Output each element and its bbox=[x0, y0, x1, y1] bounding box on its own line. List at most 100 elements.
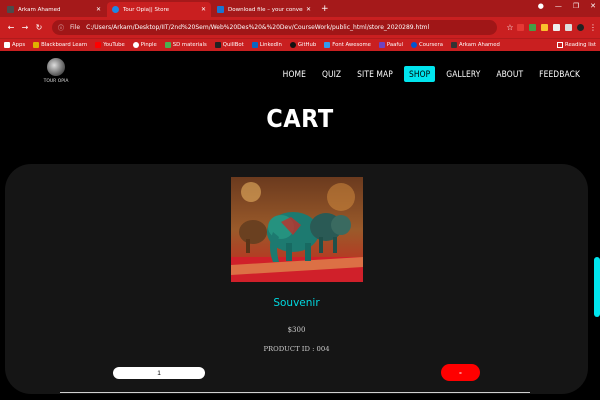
file-info-icon[interactable]: ⓘ bbox=[58, 23, 64, 32]
cart-item-card: Souvenir $300 PRODUCT ID : 004 - bbox=[5, 164, 588, 394]
browser-tab-strip: Arkam Ahamed ✕ Tour Opia|| Store ✕ Downl… bbox=[0, 0, 600, 17]
pinple-icon bbox=[132, 42, 139, 48]
remove-item-button[interactable]: - bbox=[441, 364, 480, 381]
elephant-souvenir-image bbox=[231, 177, 363, 282]
address-bar-row: ← → ↻ ⓘ File C:/Users/Arkam/Desktop/IIT/… bbox=[0, 17, 600, 38]
bookmark-label: YouTube bbox=[103, 42, 125, 48]
browser-tab[interactable]: Arkam Ahamed ✕ bbox=[2, 2, 106, 17]
profile-icon bbox=[450, 42, 457, 48]
quillbot-icon bbox=[214, 42, 221, 48]
tab-title: Arkam Ahamed bbox=[18, 6, 61, 13]
bookmark-item[interactable]: SD materials bbox=[164, 42, 207, 48]
nav-site-map[interactable]: SITE MAP bbox=[352, 66, 398, 82]
reading-list-button[interactable]: Reading list bbox=[557, 42, 596, 48]
address-scheme-label: File bbox=[70, 24, 81, 31]
browser-tab[interactable]: Download file – your conversion ✕ bbox=[212, 2, 316, 17]
divider bbox=[60, 392, 530, 393]
profile-dot-icon[interactable]: ● bbox=[538, 2, 544, 10]
extensions: ⋮ bbox=[517, 24, 597, 32]
apps-grid-icon bbox=[4, 42, 10, 48]
extension-icon[interactable] bbox=[541, 24, 548, 31]
profile-avatar[interactable] bbox=[577, 24, 584, 31]
linkedin-icon bbox=[251, 42, 258, 48]
bookmark-item[interactable]: LinkedIn bbox=[251, 42, 282, 48]
bookmark-label: Font Awesome bbox=[332, 42, 371, 48]
bookmark-label: Coursera bbox=[419, 42, 443, 48]
bookmark-item[interactable]: Apps bbox=[4, 42, 25, 48]
product-id: PRODUCT ID : 004 bbox=[263, 345, 330, 353]
bookmark-label: Arkam Ahamed bbox=[458, 42, 500, 48]
bookmark-label: Blackboard Learn bbox=[41, 42, 88, 48]
bookmark-item[interactable]: Blackboard Learn bbox=[33, 42, 87, 48]
tab-favicon-icon bbox=[112, 6, 119, 13]
quantity-input[interactable] bbox=[113, 367, 205, 379]
logo-text: TOUR OPIA bbox=[43, 79, 69, 84]
bookmark-item[interactable]: Coursera bbox=[411, 42, 443, 48]
page-title: CART bbox=[266, 104, 334, 133]
extension-icon[interactable] bbox=[553, 24, 560, 31]
maximize-icon[interactable]: ❐ bbox=[573, 2, 579, 10]
nav-home[interactable]: HOME bbox=[278, 66, 311, 82]
github-icon bbox=[289, 42, 296, 48]
address-bar[interactable]: ⓘ File C:/Users/Arkam/Desktop/IIT/2nd%20… bbox=[52, 20, 497, 35]
menu-kebab-icon[interactable]: ⋮ bbox=[589, 24, 597, 32]
blackboard-icon bbox=[33, 42, 40, 48]
bookmark-item[interactable]: Paaful bbox=[378, 42, 404, 48]
main-menu: HOME QUIZ SITE MAP SHOP GALLERY ABOUT FE… bbox=[272, 66, 585, 82]
forward-icon[interactable]: → bbox=[18, 23, 32, 32]
nav-shop[interactable]: SHOP bbox=[403, 66, 436, 82]
product-price: $300 bbox=[287, 326, 306, 334]
reload-icon[interactable]: ↻ bbox=[32, 23, 46, 32]
bookmark-label: Pinple bbox=[140, 42, 157, 48]
reading-list-icon bbox=[557, 42, 564, 48]
paaful-icon bbox=[378, 42, 385, 48]
reading-list-label: Reading list bbox=[565, 42, 596, 48]
bookmark-item[interactable]: YouTube bbox=[95, 42, 125, 48]
tab-favicon-icon bbox=[217, 6, 224, 13]
elephant-logo-icon bbox=[47, 58, 65, 76]
new-tab-button[interactable]: + bbox=[321, 2, 329, 17]
nav-about[interactable]: ABOUT bbox=[491, 66, 528, 82]
web-page: TOUR OPIA HOME QUIZ SITE MAP SHOP GALLER… bbox=[0, 51, 600, 400]
bookmark-item[interactable]: QuillBot bbox=[214, 42, 244, 48]
tab-close-icon[interactable]: ✕ bbox=[96, 6, 101, 13]
tab-close-icon[interactable]: ✕ bbox=[201, 6, 206, 13]
extensions-puzzle-icon[interactable] bbox=[565, 24, 572, 31]
font-awesome-icon bbox=[324, 42, 331, 48]
extension-icon[interactable] bbox=[517, 24, 524, 31]
product-name: Souvenir bbox=[273, 297, 320, 309]
bookmark-label: GitHub bbox=[297, 42, 317, 48]
extension-icon[interactable] bbox=[529, 24, 536, 31]
tab-close-icon[interactable]: ✕ bbox=[306, 6, 311, 13]
bookmark-label: Apps bbox=[12, 42, 26, 48]
tab-title: Tour Opia|| Store bbox=[123, 6, 169, 13]
product-image bbox=[231, 177, 363, 282]
browser-tab-active[interactable]: Tour Opia|| Store ✕ bbox=[107, 2, 211, 17]
bookmark-label: LinkedIn bbox=[259, 42, 282, 48]
youtube-icon bbox=[95, 42, 102, 48]
tab-favicon-icon bbox=[7, 6, 14, 13]
tab-title: Download file – your conversion bbox=[228, 6, 303, 13]
close-window-icon[interactable]: ✕ bbox=[590, 2, 596, 10]
bookmark-item[interactable]: Arkam Ahamed bbox=[450, 42, 500, 48]
window-controls: ● — ❐ ✕ bbox=[538, 2, 596, 10]
minimize-icon[interactable]: — bbox=[555, 2, 562, 10]
site-navbar: TOUR OPIA HOME QUIZ SITE MAP SHOP GALLER… bbox=[0, 51, 600, 97]
bookmark-item[interactable]: Pinple bbox=[132, 42, 157, 48]
nav-gallery[interactable]: GALLERY bbox=[441, 66, 485, 82]
bookmark-star-icon[interactable]: ☆ bbox=[503, 23, 517, 32]
bookmarks-bar: Apps Blackboard Learn YouTube Pinple SD … bbox=[0, 38, 600, 51]
drive-icon bbox=[164, 42, 171, 48]
nav-feedback[interactable]: FEEDBACK bbox=[534, 66, 585, 82]
coursera-icon bbox=[411, 42, 418, 48]
bookmark-item[interactable]: Font Awesome bbox=[324, 42, 371, 48]
bookmark-label: SD materials bbox=[172, 42, 207, 48]
nav-quiz[interactable]: QUIZ bbox=[317, 66, 346, 82]
bookmark-label: QuillBot bbox=[222, 42, 244, 48]
bookmark-label: Paaful bbox=[386, 42, 404, 48]
back-icon[interactable]: ← bbox=[4, 23, 18, 32]
site-logo[interactable]: TOUR OPIA bbox=[40, 54, 72, 94]
address-url[interactable]: C:/Users/Arkam/Desktop/IIT/2nd%20Sem/Web… bbox=[86, 24, 429, 31]
bookmark-item[interactable]: GitHub bbox=[289, 42, 317, 48]
scroll-indicator[interactable] bbox=[594, 257, 600, 317]
